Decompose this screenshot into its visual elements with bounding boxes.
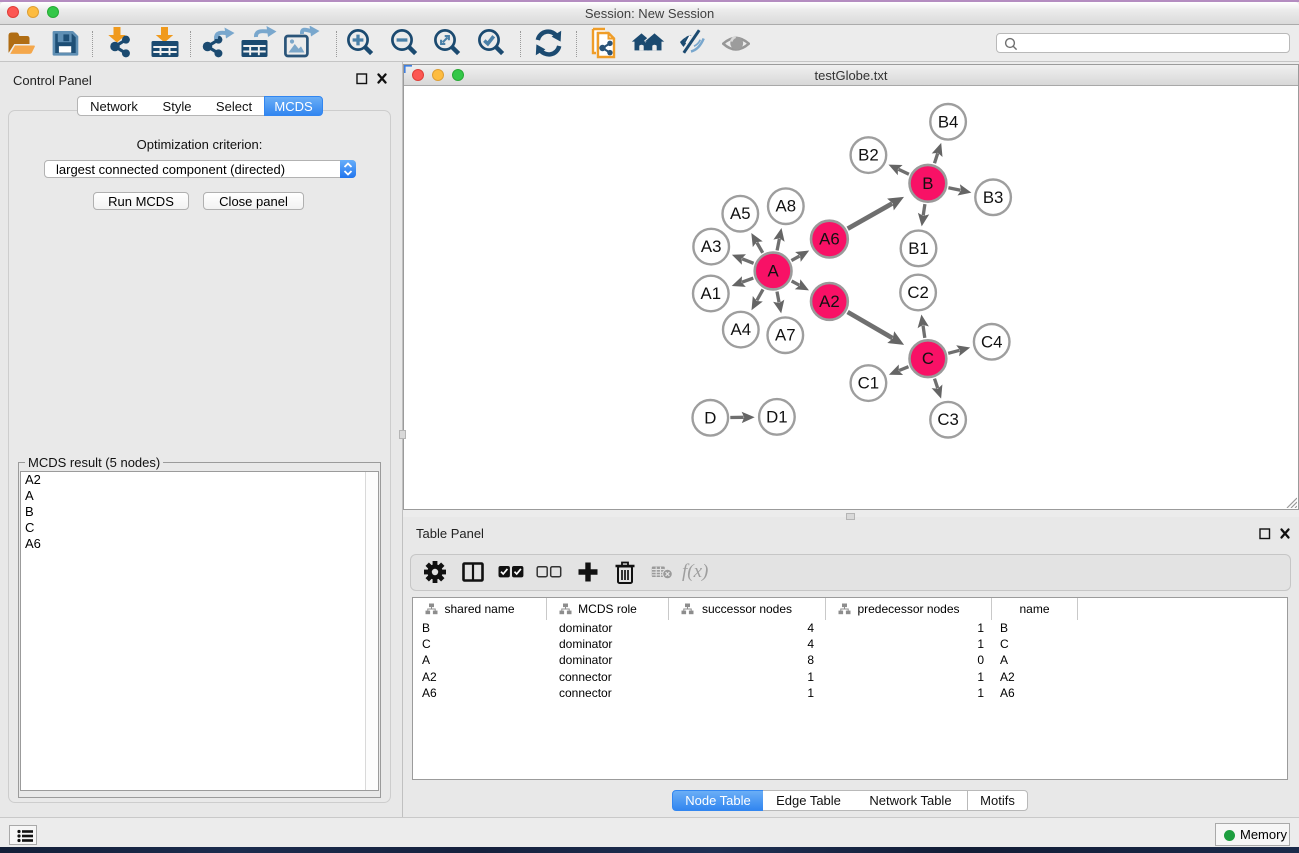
svg-text:f(x): f(x) — [682, 561, 708, 582]
svg-text:B1: B1 — [908, 239, 929, 258]
svg-text:A5: A5 — [730, 204, 751, 223]
svg-text:C3: C3 — [937, 410, 958, 429]
svg-text:B3: B3 — [983, 188, 1004, 207]
svg-text:A8: A8 — [776, 197, 797, 216]
svg-text:A4: A4 — [731, 320, 752, 339]
svg-text:B: B — [922, 174, 933, 193]
svg-text:A2: A2 — [819, 292, 840, 311]
svg-text:A: A — [767, 262, 779, 281]
svg-text:C4: C4 — [981, 332, 1002, 351]
svg-text:A3: A3 — [701, 237, 722, 256]
svg-text:C1: C1 — [858, 374, 879, 393]
svg-text:B2: B2 — [858, 146, 879, 165]
svg-text:C2: C2 — [907, 283, 928, 302]
svg-text:B4: B4 — [938, 112, 959, 131]
svg-text:A6: A6 — [819, 230, 840, 249]
svg-text:C: C — [922, 349, 934, 368]
svg-text:D: D — [704, 408, 716, 427]
svg-text:D1: D1 — [766, 407, 787, 426]
svg-text:A7: A7 — [775, 326, 796, 345]
svg-text:A1: A1 — [701, 284, 722, 303]
